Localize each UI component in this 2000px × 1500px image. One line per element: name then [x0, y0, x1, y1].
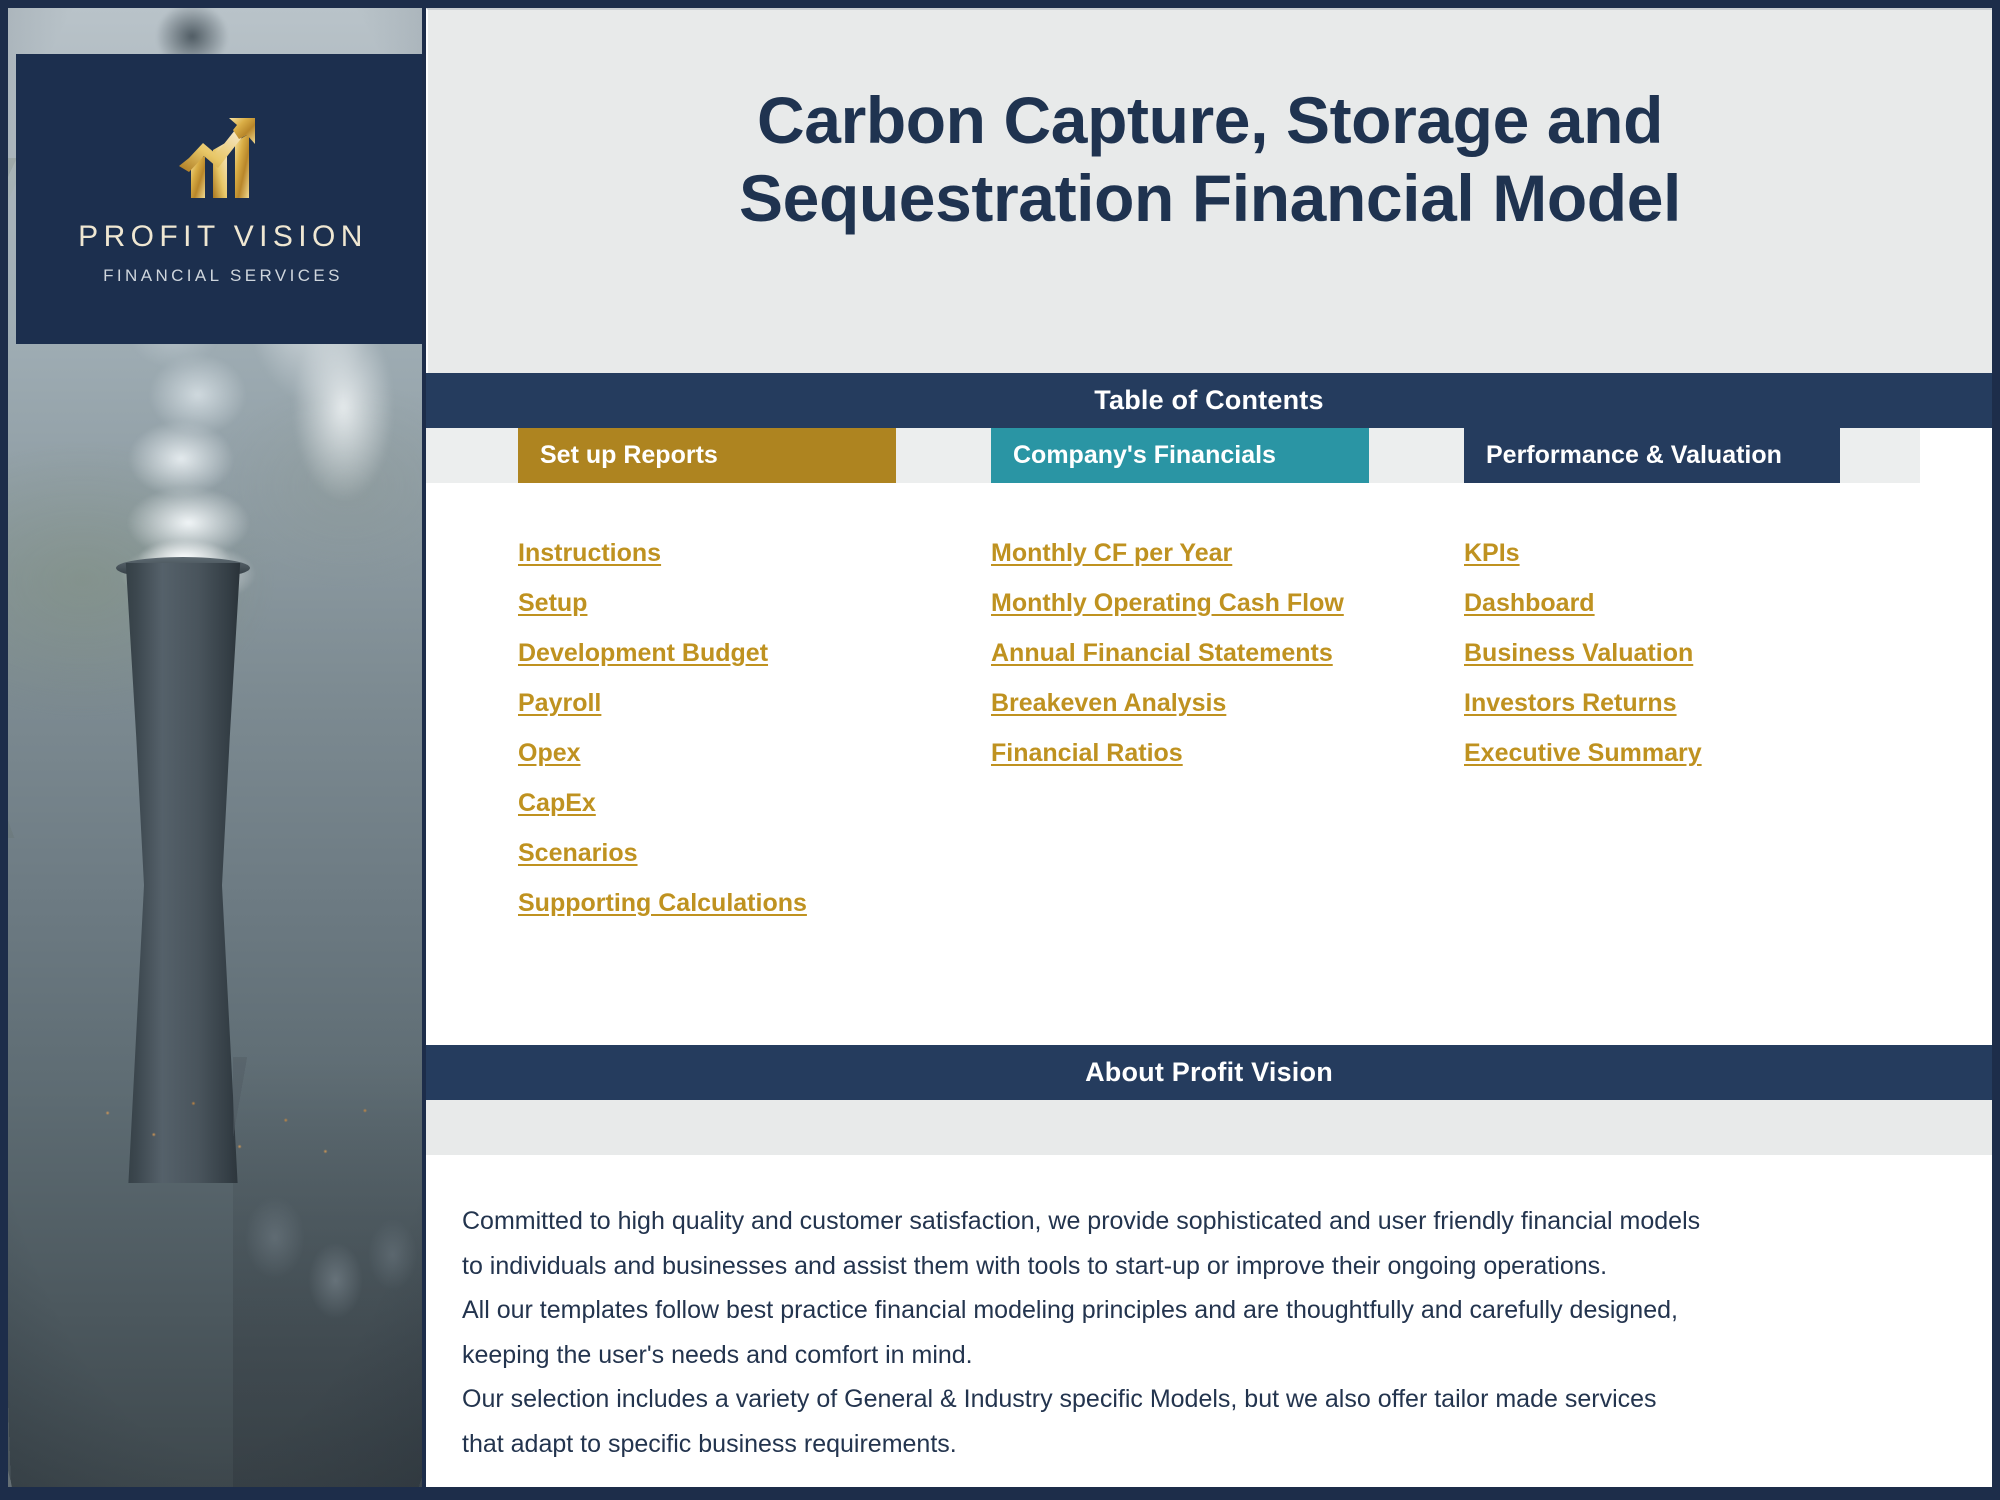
- toc-link-dashboard[interactable]: Dashboard: [1464, 589, 1595, 618]
- toc-link-payroll[interactable]: Payroll: [518, 689, 601, 718]
- toc-link-investors-returns[interactable]: Investors Returns: [1464, 689, 1677, 718]
- category-header-row: Set up Reports Company's Financials Perfor…: [426, 428, 1992, 483]
- toc-link-business-valuation[interactable]: Business Valuation: [1464, 639, 1693, 668]
- toc-link-monthly-cf-per-year[interactable]: Monthly CF per Year: [991, 539, 1232, 568]
- toc-column-2: Monthly CF per Year Monthly Operating Cas…: [899, 483, 1372, 1045]
- toc-link-scenarios[interactable]: Scenarios: [518, 839, 638, 868]
- toc-link-capex[interactable]: CapEx: [518, 789, 596, 818]
- main-column: Carbon Capture, Storage and Sequestratio…: [426, 8, 1992, 1487]
- toc-link-opex[interactable]: Opex: [518, 739, 581, 768]
- title-band: Carbon Capture, Storage and Sequestratio…: [426, 8, 1992, 373]
- page-title: Carbon Capture, Storage and Sequestratio…: [739, 82, 1681, 235]
- growth-bar-chart-arrow-icon: [179, 118, 255, 198]
- about-line-3: All our templates follow best practice f…: [462, 1296, 1678, 1324]
- category-header-3: Performance & Valuation: [1464, 428, 1840, 483]
- toc-link-executive-summary[interactable]: Executive Summary: [1464, 739, 1702, 768]
- toc-link-development-budget[interactable]: Development Budget: [518, 639, 768, 668]
- toc-column-3: KPIs Dashboard Business Valuation Investors…: [1372, 483, 1828, 1045]
- brand-name: PROFIT VISION: [78, 220, 368, 253]
- about-profit-vision-body: Committed to high quality and customer s…: [426, 1155, 1992, 1487]
- toc-column-1: Instructions Setup Development Budget Payro…: [426, 483, 899, 1045]
- about-line-5: Our selection includes a variety of Gene…: [462, 1385, 1657, 1413]
- toc-link-kpis[interactable]: KPIs: [1464, 539, 1520, 568]
- category-header-gap-3: [1840, 428, 1920, 483]
- brand-subtitle: FINANCIAL SERVICES: [103, 266, 343, 285]
- table-of-contents-body: Set up Reports Company's Financials Perfor…: [426, 428, 1992, 1045]
- about-line-4: keeping the user's needs and comfort in …: [462, 1340, 973, 1369]
- toc-link-monthly-operating-cash-flow[interactable]: Monthly Operating Cash Flow: [991, 589, 1344, 618]
- about-profit-vision-bar: About Profit Vision: [426, 1045, 1992, 1100]
- category-header-gap-2: [1369, 428, 1464, 483]
- slide-page: PROFIT VISION FINANCIAL SERVICES Carbon …: [0, 0, 2000, 1500]
- about-profit-vision-label: About Profit Vision: [1085, 1057, 1333, 1087]
- table-of-contents-label: Table of Contents: [1094, 385, 1324, 415]
- toc-link-breakeven-analysis[interactable]: Breakeven Analysis: [991, 689, 1226, 718]
- category-header-1: Set up Reports: [518, 428, 896, 483]
- about-line-2: to individuals and businesses and assist…: [462, 1251, 1608, 1280]
- bottom-frame-edge: [0, 1487, 2000, 1500]
- about-spacer-strip: [426, 1100, 1992, 1155]
- category-row-leading-gap: [426, 428, 518, 483]
- toc-link-financial-ratios[interactable]: Financial Ratios: [991, 739, 1183, 768]
- left-visual-panel: PROFIT VISION FINANCIAL SERVICES: [8, 8, 422, 1487]
- toc-link-instructions[interactable]: Instructions: [518, 539, 661, 568]
- about-line-1: Committed to high quality and customer s…: [462, 1207, 1701, 1235]
- toc-link-annual-financial-statements[interactable]: Annual Financial Statements: [991, 639, 1333, 668]
- brand-logo-block: PROFIT VISION FINANCIAL SERVICES: [16, 54, 422, 344]
- toc-link-setup[interactable]: Setup: [518, 589, 587, 618]
- toc-columns: Instructions Setup Development Budget Payro…: [426, 483, 1992, 1045]
- toc-link-supporting-calculations[interactable]: Supporting Calculations: [518, 889, 807, 918]
- category-header-2: Company's Financials: [991, 428, 1369, 483]
- table-of-contents-bar: Table of Contents: [426, 373, 1992, 428]
- category-header-gap-1: [896, 428, 991, 483]
- about-line-6: that adapt to specific business requirem…: [462, 1429, 957, 1458]
